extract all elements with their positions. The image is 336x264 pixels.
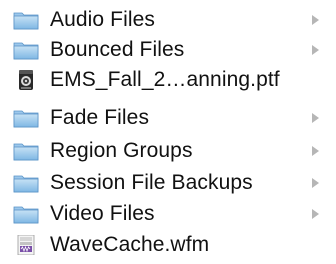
item-label: Bounced Files [50, 38, 185, 61]
item-label: Video Files [50, 202, 155, 225]
chevron-right-icon[interactable] [312, 178, 319, 188]
chevron-right-icon[interactable] [312, 15, 319, 25]
protools-session-icon [19, 70, 33, 90]
folder-icon [13, 12, 39, 30]
chevron-right-icon[interactable] [312, 45, 319, 55]
item-label: EMS_Fall_2…anning.ptf [50, 68, 280, 91]
list-item-video-files[interactable]: Video Files [0, 197, 336, 230]
folder-icon [13, 206, 39, 224]
chevron-right-icon[interactable] [312, 113, 319, 123]
item-label: Audio Files [50, 8, 155, 31]
list-item-session-file-backups[interactable]: Session File Backups [0, 166, 336, 199]
folder-icon [13, 42, 39, 60]
folder-icon [13, 143, 39, 161]
folder-icon [13, 110, 39, 128]
item-label: WaveCache.wfm [50, 233, 210, 256]
chevron-right-icon[interactable] [312, 209, 319, 219]
list-item-fade-files[interactable]: Fade Files [0, 101, 336, 134]
list-item-audio-files[interactable]: Audio Files [0, 3, 336, 36]
list-item-region-groups[interactable]: Region Groups [0, 134, 336, 167]
item-label: Session File Backups [50, 171, 253, 194]
chevron-right-icon[interactable] [312, 146, 319, 156]
item-label: Fade Files [50, 106, 150, 129]
list-item-bounced-files[interactable]: Bounced Files [0, 33, 336, 66]
list-item-wavecache[interactable]: WaveCache.wfm [0, 228, 336, 261]
folder-icon [13, 175, 39, 193]
finder-file-list: Audio Files Bounced Files EMS_Fall_2…ann… [0, 0, 336, 264]
item-label: Region Groups [50, 139, 193, 162]
wavecache-file-icon [17, 235, 35, 255]
list-item-session-file[interactable]: EMS_Fall_2…anning.ptf [0, 63, 336, 96]
